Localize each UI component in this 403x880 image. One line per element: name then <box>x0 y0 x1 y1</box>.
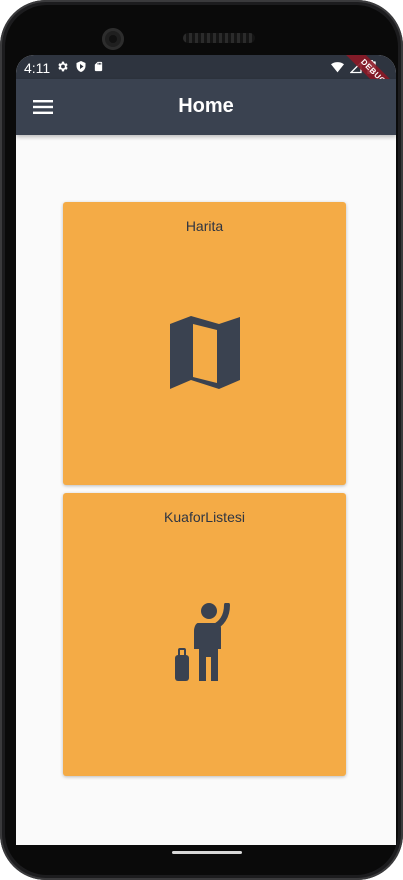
kuaforlistesi-card-label: KuaforListesi <box>164 509 245 525</box>
status-time: 4:11 <box>24 60 51 76</box>
phone-bezel: 4:11 DEBUG Home Harita KuaforListesi <box>5 5 398 875</box>
status-bar: 4:11 DEBUG <box>16 55 396 109</box>
settings-gear-icon <box>58 61 68 72</box>
wifi-icon <box>331 61 344 72</box>
shield-play-icon <box>76 61 86 72</box>
phone-frame: 4:11 DEBUG Home Harita KuaforListesi <box>0 0 403 880</box>
status-icons-left <box>56 60 104 73</box>
map-icon <box>170 316 240 389</box>
sd-card-icon <box>94 61 103 72</box>
earpiece-speaker <box>183 33 255 43</box>
app-bar: Home <box>16 79 396 135</box>
front-camera <box>102 28 124 50</box>
home-indicator[interactable] <box>172 851 242 854</box>
person-with-luggage-icon <box>175 603 230 681</box>
harita-card[interactable]: Harita <box>63 202 346 485</box>
harita-card-label: Harita <box>185 218 224 234</box>
page-title: Home <box>178 95 234 117</box>
app-screen: 4:11 DEBUG Home Harita KuaforListesi <box>16 55 396 845</box>
kuaforlistesi-card[interactable]: KuaforListesi <box>63 493 346 776</box>
